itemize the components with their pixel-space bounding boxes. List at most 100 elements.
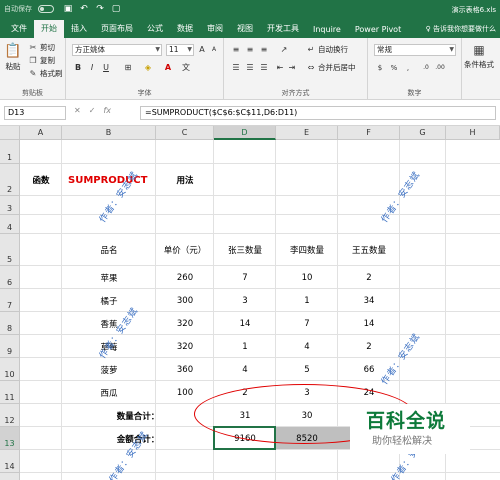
label-usage[interactable]: 用法 <box>156 164 214 196</box>
underline-button[interactable]: U <box>100 62 112 74</box>
item-li-qty[interactable]: 10 <box>276 266 338 289</box>
row-header-4[interactable]: 4 <box>0 215 20 234</box>
item-name[interactable]: 西瓜 <box>62 381 156 404</box>
copy-button[interactable]: ❐ 复制 <box>28 55 55 66</box>
header-unit-price[interactable]: 单价（元） <box>156 234 214 266</box>
column-header-f[interactable]: F <box>338 126 400 140</box>
undo-icon[interactable]: ↶ <box>78 3 90 15</box>
align-center-icon[interactable]: ☰ <box>244 62 256 74</box>
tab-insert[interactable]: 插入 <box>64 20 94 38</box>
save-icon[interactable]: ▣ <box>62 3 74 15</box>
row-header-3[interactable]: 3 <box>0 196 20 215</box>
row-header-7[interactable]: 7 <box>0 289 20 312</box>
row-header-11[interactable]: 11 <box>0 381 20 404</box>
row-header-6[interactable]: 6 <box>0 266 20 289</box>
comma-style-icon[interactable]: , <box>402 62 414 74</box>
header-item-name[interactable]: 品名 <box>62 234 156 266</box>
font-color-icon[interactable]: A <box>162 62 174 74</box>
row-header-8[interactable]: 8 <box>0 312 20 335</box>
column-header-h[interactable]: H <box>446 126 500 140</box>
tell-me-search[interactable]: ♀ 告诉我你想要做什么 <box>422 21 500 38</box>
item-li-qty[interactable]: 5 <box>276 358 338 381</box>
align-top-icon[interactable]: ≡ <box>230 44 242 56</box>
row-header-5[interactable]: 5 <box>0 234 20 266</box>
tab-developer[interactable]: 开发工具 <box>260 20 306 38</box>
row-header-10[interactable]: 10 <box>0 358 20 381</box>
tab-inquire[interactable]: Inquire <box>306 22 348 38</box>
decrease-decimal-icon[interactable]: .00 <box>434 62 446 74</box>
bold-button[interactable]: B <box>72 62 84 74</box>
item-price[interactable]: 320 <box>156 335 214 358</box>
align-middle-icon[interactable]: ≡ <box>244 44 256 56</box>
align-bottom-icon[interactable]: ≡ <box>258 44 270 56</box>
borders-icon[interactable]: ⊞ <box>122 62 134 74</box>
cut-button[interactable]: ✂ 剪切 <box>28 42 55 53</box>
increase-font-icon[interactable]: A <box>196 44 208 56</box>
item-name[interactable]: 菠萝 <box>62 358 156 381</box>
item-wang-qty[interactable]: 2 <box>338 335 400 358</box>
qty-total-label[interactable]: 数量合计： <box>62 404 214 427</box>
percent-style-icon[interactable]: % <box>388 62 400 74</box>
item-li-qty[interactable]: 7 <box>276 312 338 335</box>
tab-view[interactable]: 视图 <box>230 20 260 38</box>
item-name[interactable]: 橘子 <box>62 289 156 312</box>
column-header-d[interactable]: D <box>214 126 276 140</box>
row-header-2[interactable]: 2 <box>0 164 20 196</box>
item-zhang-qty[interactable]: 4 <box>214 358 276 381</box>
item-price[interactable]: 300 <box>156 289 214 312</box>
cancel-icon[interactable]: ✕ <box>74 106 81 115</box>
row-header-12[interactable]: 12 <box>0 404 20 427</box>
row-header-14[interactable]: 14 <box>0 450 20 473</box>
wrap-text-button[interactable]: ↵ 自动换行 <box>306 44 348 55</box>
paste-button[interactable]: 📋 粘贴 <box>4 42 22 72</box>
tab-home[interactable]: 开始 <box>34 20 64 38</box>
phonetic-icon[interactable]: 文 <box>180 62 192 74</box>
item-price[interactable]: 260 <box>156 266 214 289</box>
new-doc-icon[interactable]: ▢ <box>110 3 122 15</box>
item-zhang-qty[interactable]: 1 <box>214 335 276 358</box>
item-zhang-qty[interactable]: 14 <box>214 312 276 335</box>
formula-input[interactable]: =SUMPRODUCT($C$6:$C$11,D6:D11) <box>140 106 496 120</box>
item-wang-qty[interactable]: 2 <box>338 266 400 289</box>
insert-function-icon[interactable]: fx <box>103 106 111 115</box>
item-price[interactable]: 320 <box>156 312 214 335</box>
autosave-toggle[interactable] <box>38 5 54 13</box>
increase-indent-icon[interactable]: ⇥ <box>286 62 298 74</box>
column-header-a[interactable]: A <box>20 126 62 140</box>
name-box[interactable]: D13 <box>4 106 66 120</box>
decrease-indent-icon[interactable]: ⇤ <box>274 62 286 74</box>
orientation-icon[interactable]: ↗ <box>278 44 290 56</box>
column-header-g[interactable]: G <box>400 126 446 140</box>
number-format-dropdown[interactable]: 常规 ▼ <box>374 44 456 56</box>
item-li-qty[interactable]: 1 <box>276 289 338 312</box>
item-zhang-qty[interactable]: 7 <box>214 266 276 289</box>
row-header-9[interactable]: 9 <box>0 335 20 358</box>
align-right-icon[interactable]: ☰ <box>258 62 270 74</box>
tab-data[interactable]: 数据 <box>170 20 200 38</box>
format-painter-button[interactable]: ✎ 格式刷 <box>28 68 63 79</box>
redo-icon[interactable]: ↷ <box>94 3 106 15</box>
header-li-qty[interactable]: 李四数量 <box>276 234 338 266</box>
accounting-format-icon[interactable]: $ <box>374 62 386 74</box>
merge-center-button[interactable]: ⇔ 合并后居中 <box>306 62 356 73</box>
font-size-dropdown[interactable]: 11 ▼ <box>166 44 194 56</box>
header-wang-qty[interactable]: 王五数量 <box>338 234 400 266</box>
conditional-format-button[interactable]: ▦ 条件格式 <box>464 42 494 70</box>
font-name-dropdown[interactable]: 方正姚体 ▼ <box>72 44 162 56</box>
tab-power-pivot[interactable]: Power Pivot <box>348 22 408 38</box>
label-function[interactable]: 函数 <box>20 164 62 196</box>
increase-decimal-icon[interactable]: .0 <box>420 62 432 74</box>
row-header-13[interactable]: 13 <box>0 427 20 450</box>
column-header-e[interactable]: E <box>276 126 338 140</box>
item-name[interactable]: 香蕉 <box>62 312 156 335</box>
item-name[interactable]: 苹果 <box>62 266 156 289</box>
spreadsheet-grid[interactable]: ABCDEFGH123456789101112131415函数SUMPRODUC… <box>0 126 500 480</box>
item-li-qty[interactable]: 4 <box>276 335 338 358</box>
tab-formulas[interactable]: 公式 <box>140 20 170 38</box>
item-wang-qty[interactable]: 34 <box>338 289 400 312</box>
column-header-c[interactable]: C <box>156 126 214 140</box>
fill-color-icon[interactable]: ◈ <box>142 62 154 74</box>
select-all-corner[interactable] <box>0 126 20 140</box>
header-zhang-qty[interactable]: 张三数量 <box>214 234 276 266</box>
align-left-icon[interactable]: ☰ <box>230 62 242 74</box>
